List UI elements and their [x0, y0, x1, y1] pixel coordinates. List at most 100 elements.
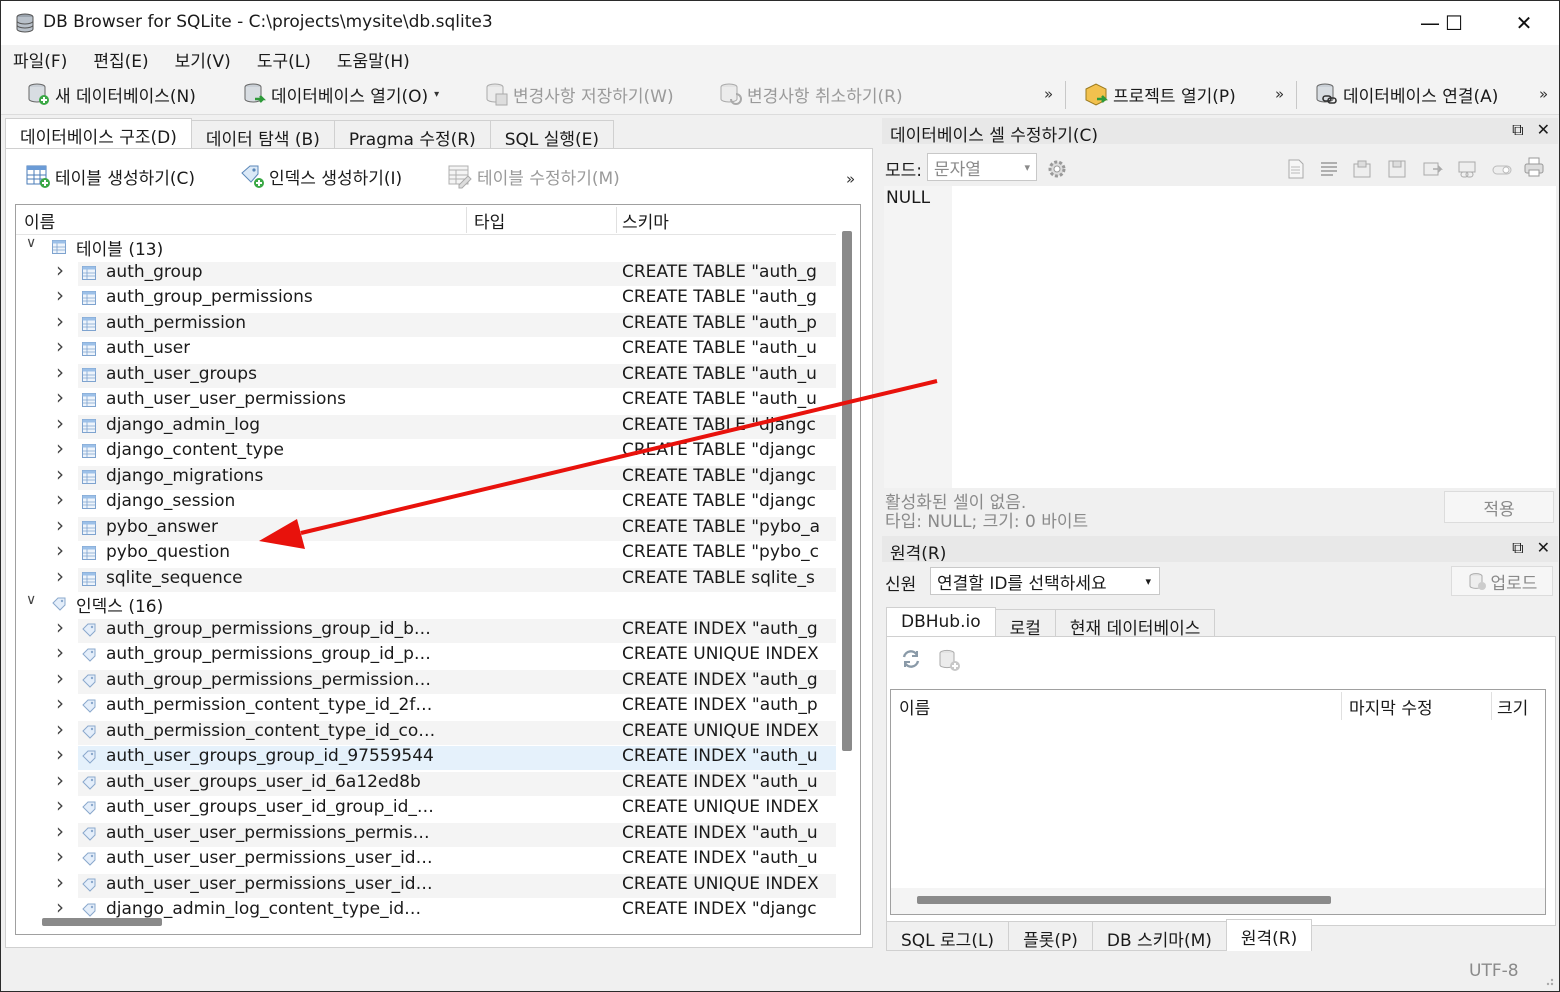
- toolbar-overflow-2[interactable]: »: [1275, 79, 1284, 109]
- remote-hscroll-thumb[interactable]: [917, 896, 1331, 904]
- chevron-right-icon[interactable]: ›: [56, 411, 64, 435]
- link-icon[interactable]: [1456, 158, 1478, 180]
- chevron-right-icon[interactable]: ›: [56, 309, 64, 333]
- tab-dbhub[interactable]: DBHub.io: [886, 607, 996, 637]
- menu-edit[interactable]: 편집(E): [93, 47, 148, 72]
- new-database-button[interactable]: 새 데이터베이스(N): [25, 79, 196, 109]
- tab-database-structure[interactable]: 데이터베이스 구조(D): [5, 118, 192, 151]
- table-row[interactable]: › auth_group CREATE TABLE "auth_g: [16, 258, 836, 287]
- chevron-right-icon[interactable]: ›: [56, 334, 64, 358]
- text-document-icon[interactable]: [1285, 158, 1307, 180]
- tree-vertical-scrollbar-thumb[interactable]: [842, 231, 852, 751]
- chevron-down-icon[interactable]: ∨: [26, 592, 36, 608]
- column-header-schema[interactable]: 스키마: [622, 208, 669, 233]
- index-row[interactable]: › auth_permission_content_type_id_co… CREA…: [16, 717, 836, 746]
- create-index-button[interactable]: 인덱스 생성하기(I): [239, 161, 402, 191]
- float-dock-icon[interactable]: ⧉: [1512, 120, 1523, 139]
- create-table-button[interactable]: 테이블 생성하기(C): [25, 161, 195, 191]
- open-project-button[interactable]: 프로젝트 열기(P): [1083, 79, 1236, 109]
- tree-category-indexes[interactable]: ∨ 인덱스 (16): [16, 592, 836, 617]
- chevron-down-icon[interactable]: ∨: [26, 235, 36, 251]
- tab-remote[interactable]: 원격(R): [1225, 919, 1313, 951]
- modify-table-button[interactable]: 테이블 수정하기(M): [447, 161, 620, 191]
- close-button[interactable]: ✕: [1501, 7, 1547, 39]
- revert-changes-button[interactable]: 변경사항 취소하기(R): [717, 79, 903, 109]
- menu-tools[interactable]: 도구(L): [257, 47, 311, 72]
- chevron-right-icon[interactable]: ›: [56, 691, 64, 715]
- gear-icon[interactable]: [1045, 157, 1069, 181]
- menu-view[interactable]: 보기(V): [175, 47, 231, 72]
- mode-select[interactable]: 문자열 ▾: [927, 153, 1037, 181]
- menu-file[interactable]: 파일(F): [13, 47, 67, 72]
- chevron-right-icon[interactable]: ›: [56, 819, 64, 843]
- toolbar-overflow-3[interactable]: »: [1539, 79, 1548, 109]
- tab-edit-pragmas[interactable]: Pragma 수정(R): [333, 120, 491, 150]
- table-row[interactable]: › auth_group_permissions CREATE TABLE "aut…: [16, 283, 836, 312]
- table-row[interactable]: › auth_permission CREATE TABLE "auth_p: [16, 309, 836, 338]
- chevron-right-icon[interactable]: ›: [56, 436, 64, 460]
- cell-value-editor[interactable]: NULL: [884, 186, 1556, 488]
- column-divider[interactable]: [1341, 692, 1342, 720]
- write-changes-button[interactable]: 변경사항 저장하기(W): [483, 79, 674, 109]
- remote-column-name[interactable]: 이름: [899, 694, 930, 719]
- resize-grip-icon[interactable]: [1541, 973, 1555, 987]
- index-row[interactable]: › auth_user_user_permissions_user_id… CREA…: [16, 870, 836, 899]
- table-row[interactable]: › auth_user_user_permissions CREATE TABLE …: [16, 385, 836, 414]
- chevron-right-icon[interactable]: ›: [56, 666, 64, 690]
- refresh-icon[interactable]: [900, 648, 922, 670]
- index-row[interactable]: › auth_user_user_permissions_permis… CREAT…: [16, 819, 836, 848]
- remote-column-last-modified[interactable]: 마지막 수정: [1349, 694, 1433, 719]
- toolbar-overflow-1[interactable]: »: [1044, 79, 1053, 109]
- index-row[interactable]: › auth_group_permissions_group_id_b… CREAT…: [16, 615, 836, 644]
- chevron-right-icon[interactable]: ›: [56, 870, 64, 894]
- open-database-button[interactable]: 데이터베이스 열기(O) ▾: [241, 79, 439, 109]
- chevron-right-icon[interactable]: ›: [56, 564, 64, 588]
- close-dock-icon[interactable]: ✕: [1537, 538, 1550, 557]
- chevron-right-icon[interactable]: ›: [56, 895, 64, 919]
- tab-current-database[interactable]: 현재 데이터베이스: [1054, 609, 1216, 639]
- apply-button[interactable]: 적용: [1444, 491, 1554, 523]
- chevron-right-icon[interactable]: ›: [56, 513, 64, 537]
- table-row[interactable]: › pybo_question CREATE TABLE "pybo_c: [16, 538, 836, 567]
- table-row[interactable]: › auth_user_groups CREATE TABLE "auth_u: [16, 360, 836, 389]
- index-row[interactable]: › auth_user_groups_group_id_97559544 CREAT…: [16, 742, 836, 771]
- chevron-right-icon[interactable]: ›: [56, 793, 64, 817]
- tab-plot[interactable]: 플롯(P): [1008, 921, 1093, 951]
- tab-browse-data[interactable]: 데이터 탐색 (B): [190, 120, 335, 150]
- chevron-right-icon[interactable]: ›: [56, 538, 64, 562]
- tab-execute-sql[interactable]: SQL 실행(E): [489, 120, 615, 150]
- upload-button[interactable]: 업로드: [1451, 566, 1553, 596]
- export-file-icon[interactable]: [1386, 158, 1408, 180]
- chevron-right-icon[interactable]: ›: [56, 640, 64, 664]
- index-row[interactable]: › auth_user_user_permissions_user_id… CREA…: [16, 844, 836, 873]
- open-database-dropdown-icon[interactable]: ▾: [434, 89, 439, 100]
- set-null-icon[interactable]: [1421, 158, 1443, 180]
- chevron-right-icon[interactable]: ›: [56, 487, 64, 511]
- print-icon[interactable]: [1523, 156, 1545, 178]
- float-dock-icon[interactable]: ⧉: [1512, 538, 1523, 557]
- index-row[interactable]: › auth_group_permissions_group_id_p… CREAT…: [16, 640, 836, 669]
- table-row[interactable]: › django_session CREATE TABLE "djangc: [16, 487, 836, 516]
- chevron-right-icon[interactable]: ›: [56, 258, 64, 282]
- column-divider[interactable]: [466, 207, 467, 233]
- attach-database-button[interactable]: 데이터베이스 연결(A): [1313, 79, 1498, 109]
- index-row[interactable]: › auth_group_permissions_permission… CREAT…: [16, 666, 836, 695]
- chevron-right-icon[interactable]: ›: [56, 615, 64, 639]
- chevron-right-icon[interactable]: ›: [56, 742, 64, 766]
- index-row[interactable]: › auth_user_groups_user_id_group_id_… CREA…: [16, 793, 836, 822]
- remote-file-list[interactable]: 이름 마지막 수정 크기: [890, 689, 1546, 915]
- column-divider[interactable]: [616, 207, 617, 233]
- table-row[interactable]: › pybo_answer CREATE TABLE "pybo_a: [16, 513, 836, 542]
- identity-select[interactable]: 연결할 ID를 선택하세요 ▾: [930, 567, 1160, 595]
- chevron-right-icon[interactable]: ›: [56, 385, 64, 409]
- tab-local[interactable]: 로컬: [994, 609, 1056, 639]
- toggle-icon[interactable]: [1491, 158, 1513, 180]
- column-divider[interactable]: [1491, 692, 1492, 720]
- maximize-button[interactable]: ☐: [1431, 7, 1477, 39]
- import-file-icon[interactable]: [1351, 158, 1373, 180]
- chevron-right-icon[interactable]: ›: [56, 462, 64, 486]
- close-dock-icon[interactable]: ✕: [1537, 120, 1550, 139]
- schema-tree[interactable]: 이름 타입 스키마 ∨ 테이블 (13) › auth_group CREATE TAB…: [15, 204, 861, 935]
- tree-horizontal-scrollbar-thumb[interactable]: [42, 918, 162, 926]
- clone-database-icon[interactable]: [936, 647, 962, 673]
